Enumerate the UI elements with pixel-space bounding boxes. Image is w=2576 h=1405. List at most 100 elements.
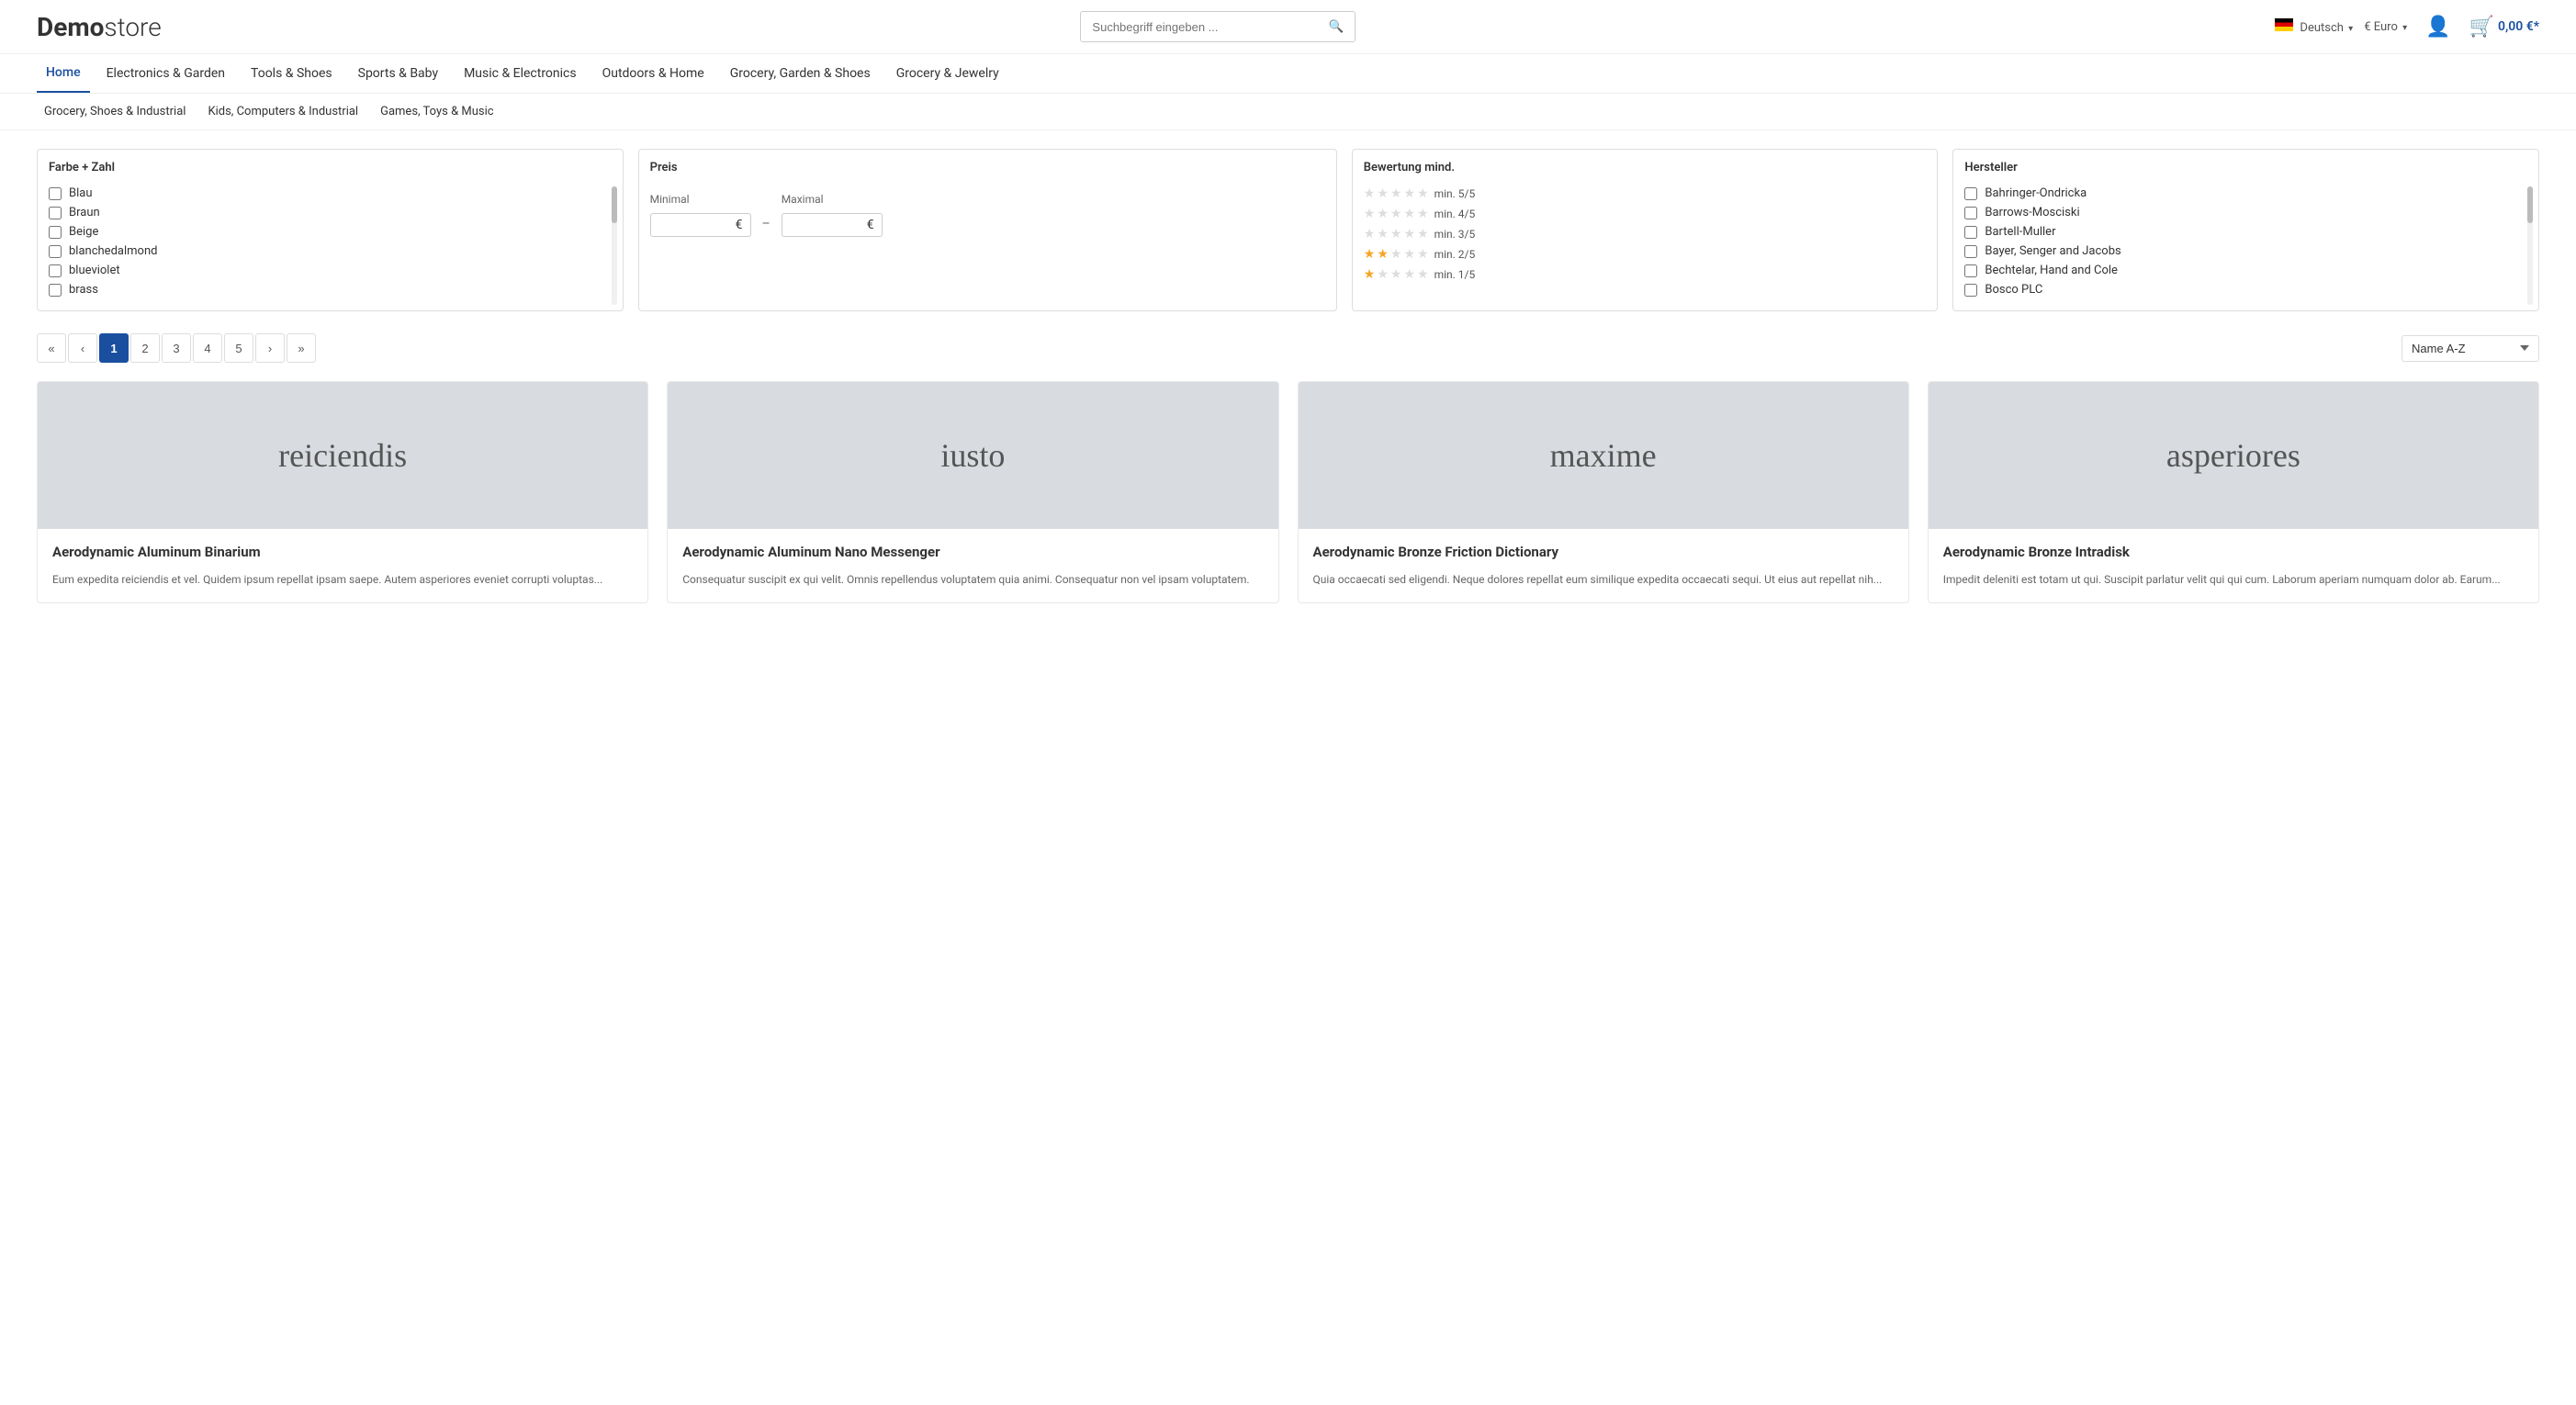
nav-kids-computers-industrial[interactable]: Kids, Computers & Industrial bbox=[200, 101, 366, 122]
nav-grocery-shoes-industrial[interactable]: Grocery, Shoes & Industrial bbox=[37, 101, 193, 122]
color-blanchedalmond-label: blanchedalmond bbox=[69, 244, 157, 258]
color-blau-checkbox[interactable] bbox=[49, 187, 62, 200]
list-item: Bayer, Senger and Jacobs bbox=[1964, 242, 2527, 261]
star: ★ bbox=[1417, 267, 1429, 282]
color-blueviolet-checkbox[interactable] bbox=[49, 264, 62, 277]
pagination-page-1[interactable]: 1 bbox=[99, 333, 129, 363]
mfr-6-checkbox[interactable] bbox=[1964, 284, 1977, 297]
mfr-4-checkbox[interactable] bbox=[1964, 245, 1977, 258]
color-blanchedalmond-checkbox[interactable] bbox=[49, 245, 62, 258]
rating-3-label: min. 3/5 bbox=[1434, 228, 1476, 241]
product-title-0: Aerodynamic Aluminum Binarium bbox=[52, 544, 633, 562]
color-brass-checkbox[interactable] bbox=[49, 284, 62, 297]
search-bar: 🔍 bbox=[1080, 11, 1355, 42]
nav-grocery-garden-shoes[interactable]: Grocery, Garden & Shoes bbox=[721, 55, 880, 92]
star: ★ bbox=[1417, 227, 1429, 242]
star: ★ bbox=[1364, 227, 1376, 242]
nav-sports-baby[interactable]: Sports & Baby bbox=[349, 55, 447, 92]
price-filter: Preis Minimal € – Maximal € bbox=[638, 149, 1337, 311]
manufacturer-filter-scroll[interactable]: Bahringer-Ondricka Barrows-Mosciski Bart… bbox=[1964, 184, 2527, 299]
nav-outdoors-home[interactable]: Outdoors & Home bbox=[593, 55, 714, 92]
secondary-nav: Grocery, Shoes & Industrial Kids, Comput… bbox=[0, 94, 2576, 130]
color-braun-checkbox[interactable] bbox=[49, 207, 62, 219]
mfr-6-label: Bosco PLC bbox=[1985, 283, 2042, 297]
price-min-col: Minimal € bbox=[650, 193, 751, 237]
list-item[interactable]: ★★★★★ min. 2/5 bbox=[1364, 244, 1927, 264]
price-min-input[interactable] bbox=[658, 219, 732, 232]
logo-store: store bbox=[104, 12, 161, 42]
star: ★ bbox=[1403, 207, 1415, 221]
manufacturer-filter: Hersteller Bahringer-Ondricka Barrows-Mo… bbox=[1952, 149, 2539, 311]
product-desc-2: Quia occaecati sed eligendi. Neque dolor… bbox=[1313, 571, 1894, 588]
product-card-0[interactable]: reiciendis Aerodynamic Aluminum Binarium… bbox=[37, 381, 648, 603]
list-item: Barrows-Mosciski bbox=[1964, 203, 2527, 222]
product-info-3: Aerodynamic Bronze Intradisk Impedit del… bbox=[1929, 529, 2538, 602]
product-desc-3: Impedit deleniti est totam ut qui. Susci… bbox=[1943, 571, 2524, 588]
color-filter-list: Blau Braun Beige blanchedalmond blueviol… bbox=[49, 184, 612, 299]
filters-row: Farbe + Zahl Blau Braun Beige blanchedal… bbox=[37, 149, 2539, 311]
currency-selector[interactable]: € Euro ▾ bbox=[2364, 20, 2407, 34]
cart-amount: 0,00 €* bbox=[2498, 19, 2539, 34]
nav-home[interactable]: Home bbox=[37, 54, 90, 93]
nav-games-toys-music[interactable]: Games, Toys & Music bbox=[373, 101, 501, 122]
price-min-wrap: € bbox=[650, 213, 751, 237]
language-selector[interactable]: Deutsch ▾ bbox=[2275, 18, 2353, 35]
star: ★ bbox=[1377, 207, 1389, 221]
product-info-2: Aerodynamic Bronze Friction Dictionary Q… bbox=[1299, 529, 1908, 602]
pagination-prev[interactable]: ‹ bbox=[68, 333, 97, 363]
mfr-2-checkbox[interactable] bbox=[1964, 207, 1977, 219]
pagination-page-3[interactable]: 3 bbox=[162, 333, 191, 363]
product-desc-0: Eum expedita reiciendis et vel. Quidem i… bbox=[52, 571, 633, 588]
star: ★ bbox=[1390, 207, 1402, 221]
nav-music-electronics[interactable]: Music & Electronics bbox=[455, 55, 586, 92]
product-card-1[interactable]: iusto Aerodynamic Aluminum Nano Messenge… bbox=[667, 381, 1278, 603]
product-card-3[interactable]: asperiores Aerodynamic Bronze Intradisk … bbox=[1928, 381, 2539, 603]
price-inputs: Minimal € – Maximal € bbox=[650, 193, 1325, 237]
pagination-next[interactable]: › bbox=[255, 333, 285, 363]
manufacturer-filter-title: Hersteller bbox=[1964, 161, 2527, 174]
list-item: Beige bbox=[49, 222, 612, 242]
logo[interactable]: Demostore bbox=[37, 12, 162, 42]
main-content: Farbe + Zahl Blau Braun Beige blanchedal… bbox=[0, 130, 2576, 622]
mfr-1-checkbox[interactable] bbox=[1964, 187, 1977, 200]
rating-5-label: min. 5/5 bbox=[1434, 187, 1476, 200]
color-filter-scroll[interactable]: Blau Braun Beige blanchedalmond blueviol… bbox=[49, 184, 612, 299]
user-icon[interactable]: 👤 bbox=[2425, 16, 2450, 39]
rating-4-label: min. 4/5 bbox=[1434, 208, 1476, 220]
price-max-input[interactable] bbox=[790, 219, 863, 232]
list-item: Bahringer-Ondricka bbox=[1964, 184, 2527, 203]
search-button[interactable]: 🔍 bbox=[1318, 12, 1355, 41]
pagination-page-5[interactable]: 5 bbox=[224, 333, 253, 363]
nav-grocery-jewelry[interactable]: Grocery & Jewelry bbox=[887, 55, 1008, 92]
nav-tools-shoes[interactable]: Tools & Shoes bbox=[242, 55, 342, 92]
list-item: blueviolet bbox=[49, 261, 612, 280]
list-item[interactable]: ★★★★★ min. 5/5 bbox=[1364, 184, 1927, 204]
product-title-1: Aerodynamic Aluminum Nano Messenger bbox=[682, 544, 1263, 562]
search-input[interactable] bbox=[1081, 13, 1317, 41]
pagination-page-2[interactable]: 2 bbox=[130, 333, 160, 363]
star: ★ bbox=[1377, 267, 1389, 282]
color-beige-checkbox[interactable] bbox=[49, 226, 62, 239]
list-item: Bosco PLC bbox=[1964, 280, 2527, 299]
language-dropdown-arrow: ▾ bbox=[2348, 24, 2353, 34]
color-braun-label: Braun bbox=[69, 206, 100, 219]
nav-electronics-garden[interactable]: Electronics & Garden bbox=[97, 55, 234, 92]
sort-select[interactable]: Name A-Z Name Z-A Preis aufsteigend Prei… bbox=[2402, 335, 2539, 362]
star: ★ bbox=[1403, 247, 1415, 262]
cart-icon[interactable]: 🛒 0,00 €* bbox=[2469, 16, 2539, 39]
product-card-2[interactable]: maxime Aerodynamic Bronze Friction Dicti… bbox=[1298, 381, 1909, 603]
mfr-3-checkbox[interactable] bbox=[1964, 226, 1977, 239]
list-item[interactable]: ★★★★★ min. 1/5 bbox=[1364, 264, 1927, 285]
list-item[interactable]: ★★★★★ min. 3/5 bbox=[1364, 224, 1927, 244]
mfr-4-label: Bayer, Senger and Jacobs bbox=[1985, 244, 2120, 258]
pagination-first[interactable]: « bbox=[37, 333, 66, 363]
pagination-last[interactable]: » bbox=[287, 333, 316, 363]
list-item[interactable]: ★★★★★ min. 4/5 bbox=[1364, 204, 1927, 224]
product-image-1: iusto bbox=[668, 382, 1277, 529]
stars-2: ★★★★★ bbox=[1364, 247, 1429, 262]
rating-2-label: min. 2/5 bbox=[1434, 248, 1476, 261]
color-beige-label: Beige bbox=[69, 225, 98, 239]
star: ★ bbox=[1390, 227, 1402, 242]
mfr-5-checkbox[interactable] bbox=[1964, 264, 1977, 277]
pagination-page-4[interactable]: 4 bbox=[193, 333, 222, 363]
